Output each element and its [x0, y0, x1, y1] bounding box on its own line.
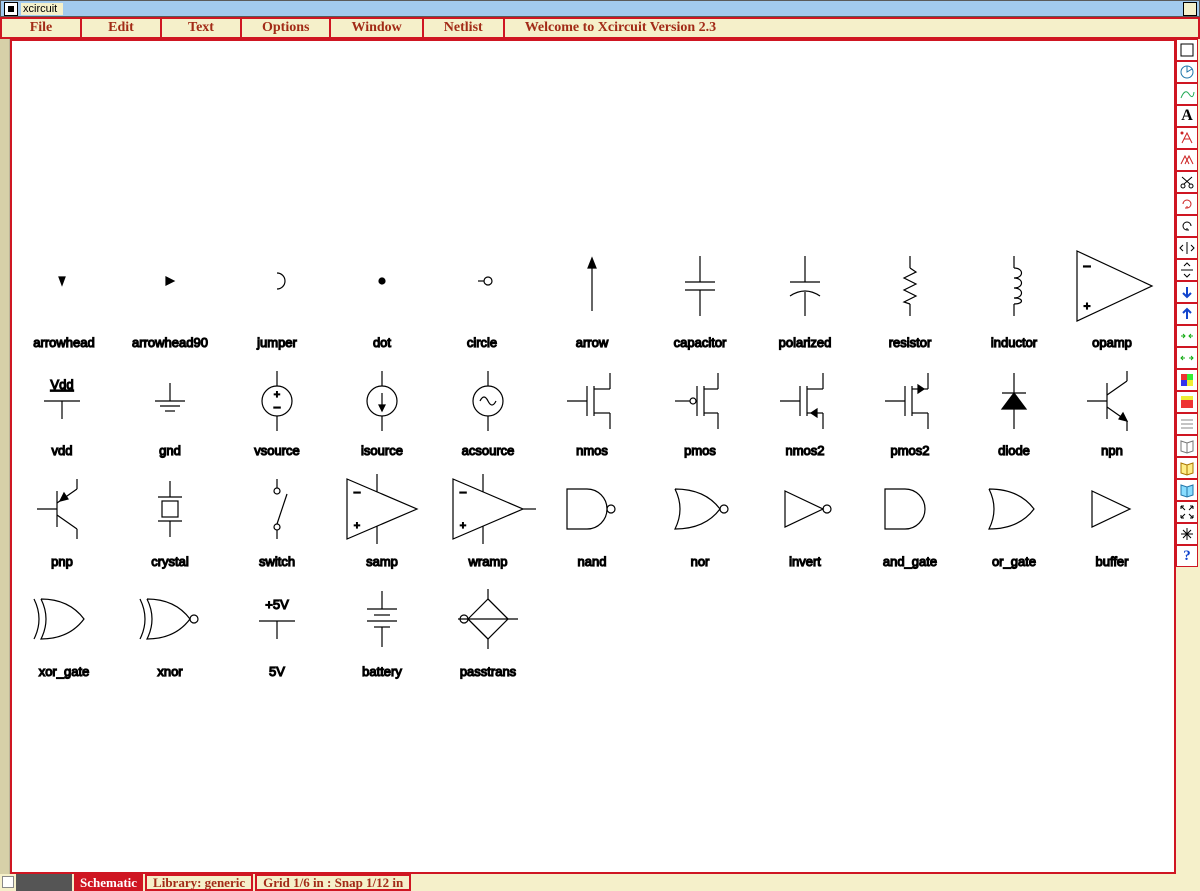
lbl-inductor: inductor: [991, 335, 1038, 350]
lbl-diode: diode: [998, 443, 1030, 458]
menu-netlist[interactable]: Netlist: [424, 19, 505, 37]
svg-text:−: −: [353, 485, 361, 500]
lbl-wramp: wramp: [467, 554, 507, 569]
tool-move-icon[interactable]: [1176, 127, 1198, 149]
lbl-arrowhead: arrowhead: [33, 335, 94, 350]
welcome-text: Welcome to Xcircuit Version 2.3: [505, 19, 716, 37]
tool-fullscreen-icon[interactable]: [1176, 501, 1198, 523]
lbl-battery: battery: [362, 664, 402, 679]
lbl-isource: isource: [361, 443, 403, 458]
lbl-npn: npn: [1101, 443, 1123, 458]
titlebar: xcircuit: [0, 0, 1200, 17]
status-library: Library: generic: [145, 874, 253, 891]
tool-rotate-cw-icon[interactable]: [1176, 193, 1198, 215]
lbl-opamp: opamp: [1092, 335, 1132, 350]
annot-vdd: Vdd: [50, 377, 73, 392]
tool-text-icon[interactable]: A: [1176, 105, 1198, 127]
window-control-icon[interactable]: [1183, 2, 1197, 16]
menubar: File Edit Text Options Window Netlist We…: [0, 17, 1200, 39]
svg-text:−: −: [273, 400, 281, 415]
tool-snap-icon[interactable]: [1176, 523, 1198, 545]
tool-pop-up-icon[interactable]: [1176, 303, 1198, 325]
lbl-invert: invert: [789, 554, 821, 569]
app-icon: [4, 2, 18, 16]
status-indicator-icon: [2, 876, 14, 888]
tool-grid-icon[interactable]: [1176, 413, 1198, 435]
tool-help-icon[interactable]: ?: [1176, 545, 1198, 567]
tool-rotate-ccw-icon[interactable]: [1176, 215, 1198, 237]
status-schematic[interactable]: Schematic: [74, 874, 143, 891]
lbl-samp: samp: [366, 554, 398, 569]
lbl-arrow: arrow: [576, 335, 609, 350]
tool-flip-v-icon[interactable]: [1176, 259, 1198, 281]
tool-copy-icon[interactable]: [1176, 149, 1198, 171]
lbl-5v: 5V: [269, 664, 285, 679]
lbl-pnp: pnp: [51, 554, 73, 569]
tool-push-down-icon[interactable]: [1176, 281, 1198, 303]
lbl-nor: nor: [691, 554, 710, 569]
tool-palette-icon[interactable]: [1176, 369, 1198, 391]
lbl-xnor: xnor: [157, 664, 183, 679]
lbl-xor: xor_gate: [39, 664, 90, 679]
lbl-capacitor: capacitor: [674, 335, 727, 350]
svg-text:−: −: [1083, 258, 1091, 274]
left-gutter: [0, 39, 10, 874]
svg-text:+: +: [354, 520, 360, 532]
lbl-vdd: vdd: [52, 443, 73, 458]
tool-spline-icon[interactable]: [1176, 83, 1198, 105]
svg-text:−: −: [459, 485, 467, 500]
lbl-nand: nand: [578, 554, 607, 569]
lbl-arrowhead90: arrowhead90: [132, 335, 208, 350]
tool-arc-icon[interactable]: [1176, 61, 1198, 83]
statusbar: Schematic Library: generic Grid 1/6 in :…: [0, 874, 1200, 891]
status-dark-area: [16, 874, 72, 891]
lbl-dot: dot: [373, 335, 391, 350]
lbl-jumper: jumper: [256, 335, 297, 350]
app-title: xcircuit: [21, 3, 63, 15]
menu-options[interactable]: Options: [242, 19, 331, 37]
lbl-passtrans: passtrans: [460, 664, 517, 679]
lbl-polarized: polarized: [779, 335, 832, 350]
canvas[interactable]: arrowhead arrowhead90 jumper dot: [10, 39, 1176, 874]
toolbar: A ?: [1176, 39, 1200, 874]
lbl-resistor: resistor: [889, 335, 932, 350]
tool-arrows-out-icon[interactable]: [1176, 347, 1198, 369]
annot-5v: +5V: [265, 597, 289, 612]
status-grid: Grid 1/6 in : Snap 1/12 in: [255, 874, 411, 891]
menu-edit[interactable]: Edit: [82, 19, 162, 37]
lbl-and: and_gate: [883, 554, 937, 569]
menu-window[interactable]: Window: [331, 19, 423, 37]
lbl-buffer: buffer: [1095, 554, 1129, 569]
lbl-circle: circle: [467, 335, 497, 350]
tool-scissors-icon[interactable]: [1176, 171, 1198, 193]
lbl-nmos2: nmos2: [785, 443, 824, 458]
svg-text:+: +: [460, 520, 466, 532]
lbl-acsource: acsource: [462, 443, 515, 458]
tool-arrows-in-icon[interactable]: [1176, 325, 1198, 347]
lbl-pmos: pmos: [684, 443, 716, 458]
tool-book1-icon[interactable]: [1176, 435, 1198, 457]
svg-text:+: +: [1083, 299, 1090, 313]
menu-text[interactable]: Text: [162, 19, 242, 37]
lbl-vsource: vsource: [254, 443, 300, 458]
lbl-gnd: gnd: [159, 443, 181, 458]
lbl-nmos: nmos: [576, 443, 608, 458]
tool-pointer-icon[interactable]: [1176, 39, 1198, 61]
tool-flip-h-icon[interactable]: [1176, 237, 1198, 259]
tool-book2-icon[interactable]: [1176, 457, 1198, 479]
tool-book3-icon[interactable]: [1176, 479, 1198, 501]
menu-file[interactable]: File: [2, 19, 82, 37]
tool-fill-icon[interactable]: [1176, 391, 1198, 413]
lbl-switch: switch: [259, 554, 295, 569]
lbl-crystal: crystal: [151, 554, 189, 569]
lbl-pmos2: pmos2: [890, 443, 929, 458]
lbl-or: or_gate: [992, 554, 1036, 569]
